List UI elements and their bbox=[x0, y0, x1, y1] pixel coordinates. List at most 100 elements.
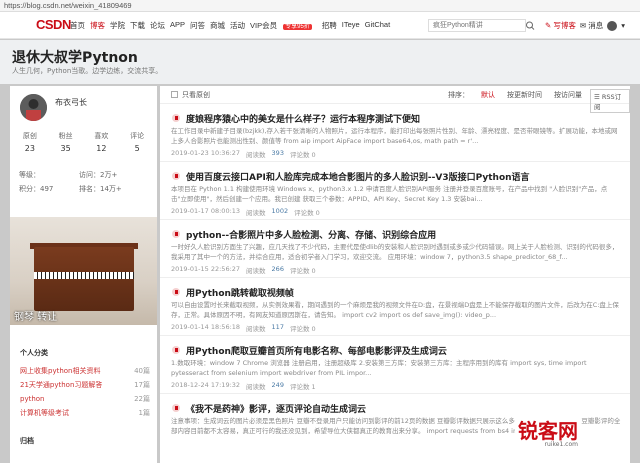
category-name: 计算机等级考试 bbox=[20, 409, 69, 417]
article-date: 2018-12-24 17:19:32 bbox=[171, 381, 241, 389]
vip-badge: 专享95折 bbox=[283, 24, 312, 30]
stat-original[interactable]: 原创 23 bbox=[12, 131, 48, 153]
nav-vip-label: VIP会员 bbox=[250, 21, 278, 30]
nav-blog[interactable]: 博客 bbox=[90, 20, 105, 31]
sort-default[interactable]: 默认 bbox=[481, 90, 495, 100]
nav-forum[interactable]: 论坛 bbox=[150, 20, 165, 31]
rss-icon: ☰ bbox=[594, 93, 600, 101]
top-right-actions: ✎ 写博客 ✉ 消息 ▾ bbox=[545, 20, 625, 31]
nav-iteye[interactable]: ITeye bbox=[342, 20, 360, 31]
category-name: 网上收集python相关资料 bbox=[20, 367, 101, 375]
original-icon bbox=[172, 404, 180, 412]
article-comments: 评论数 0 bbox=[289, 325, 316, 333]
write-blog-button[interactable]: ✎ 写博客 bbox=[545, 20, 576, 31]
top-navigation: CSDN 首页 博客 学院 下载 论坛 APP 问答 商城 活动 VIP会员 专享… bbox=[0, 12, 640, 39]
nav-links: 首页 博客 学院 下载 论坛 APP 问答 商城 活动 VIP会员 专享95折 招… bbox=[70, 20, 395, 31]
nav-events[interactable]: 活动 bbox=[230, 20, 245, 31]
browser-url-bar[interactable]: https://blog.csdn.net/weixin_41809469 bbox=[0, 0, 640, 12]
stat-value: 5 bbox=[134, 144, 140, 153]
user-avatar[interactable] bbox=[607, 20, 618, 31]
category-item[interactable]: 21天学通python习题解答 17篇 bbox=[20, 378, 150, 392]
sort-label: 排序： bbox=[448, 91, 469, 99]
article-comments: 评论数 0 bbox=[294, 209, 320, 217]
stat-fans[interactable]: 粉丝 35 bbox=[48, 131, 84, 153]
rank-text: 排名：14万+ bbox=[79, 185, 122, 193]
category-item[interactable]: 计算机等级考试 1篇 bbox=[20, 406, 150, 420]
article-item[interactable]: 用Python跳转截取视频帧 可以自由设置时长来截取视频，从实例效果看，期间遇到… bbox=[160, 279, 630, 336]
article-meta: 2019-01-23 10:36:27 阅读数 393 评论数 0 bbox=[171, 149, 316, 159]
watermark-text: 锐客网 bbox=[518, 419, 578, 443]
nav-jobs[interactable]: 招聘 bbox=[322, 20, 337, 31]
stat-likes[interactable]: 喜欢 12 bbox=[84, 131, 120, 153]
article-title[interactable]: 用Python爬取豆瓣首页所有电影名称、每部电影影评及生成词云 bbox=[186, 344, 447, 357]
nav-vip[interactable]: VIP会员 专享95折 bbox=[250, 20, 317, 31]
article-meta: 2019-01-15 22:56:27 阅读数 266 评论数 0 bbox=[171, 265, 316, 275]
nav-academy[interactable]: 学院 bbox=[110, 20, 125, 31]
article-comments: 评论数 0 bbox=[289, 267, 316, 275]
piano-ad-image[interactable]: 钢琴 转让 bbox=[10, 217, 157, 325]
chevron-down-icon[interactable]: ▾ bbox=[621, 21, 625, 30]
article-title[interactable]: python--合影照片中多人脸检测、分离、存储、识别综合应用 bbox=[186, 228, 436, 241]
category-count: 40篇 bbox=[134, 367, 150, 375]
nav-gitchat[interactable]: GitChat bbox=[365, 20, 390, 31]
categories-title: 个人分类 bbox=[20, 349, 48, 357]
watermark-logo: 锐客网 ruike1.com bbox=[515, 415, 581, 448]
article-views-label: 阅读数 bbox=[246, 325, 266, 333]
level-label: 等级： bbox=[19, 171, 40, 179]
category-name: 21天学通python习题解答 bbox=[20, 381, 103, 389]
piano-body bbox=[34, 247, 134, 311]
url-text[interactable]: https://blog.csdn.net/weixin_41809469 bbox=[4, 1, 132, 10]
article-title[interactable]: 使用百度云接口API和人脸库完成本地合影图片的多人脸识别--V3版接口Pytho… bbox=[186, 170, 530, 183]
filter-bar: 只看原创 排序： 默认 按更新时间 按访问量 ☰ RSS订阅 bbox=[160, 86, 630, 113]
nav-app[interactable]: APP bbox=[170, 20, 185, 31]
article-item[interactable]: python--合影照片中多人脸检测、分离、存储、识别综合应用 一时好久人脸识别… bbox=[160, 221, 630, 278]
stat-label: 原创 bbox=[22, 132, 37, 140]
nav-home[interactable]: 首页 bbox=[70, 20, 85, 31]
article-views-label: 阅读数 bbox=[246, 383, 266, 391]
sort-options: 排序： 默认 按更新时间 按访问量 bbox=[448, 90, 594, 100]
article-item[interactable]: 用Python爬取豆瓣首页所有电影名称、每部电影影评及生成词云 1.数取环境：w… bbox=[160, 337, 630, 394]
visits-text: 访问：2万+ bbox=[79, 171, 118, 179]
messages-label: 消息 bbox=[588, 21, 604, 30]
article-meta: 2019-01-14 18:56:18 阅读数 117 评论数 0 bbox=[171, 323, 316, 333]
nav-download[interactable]: 下载 bbox=[130, 20, 145, 31]
category-item[interactable]: python 22篇 bbox=[20, 392, 150, 406]
article-comments: 评论数 1 bbox=[289, 383, 316, 391]
search-input[interactable] bbox=[428, 19, 526, 32]
category-count: 1篇 bbox=[138, 409, 150, 417]
article-comments: 评论数 0 bbox=[289, 151, 316, 159]
sort-update[interactable]: 按更新时间 bbox=[507, 90, 542, 100]
category-count: 17篇 bbox=[134, 381, 150, 389]
nav-mall[interactable]: 商城 bbox=[210, 20, 225, 31]
write-blog-label: 写博客 bbox=[553, 21, 576, 30]
article-meta: 2018-12-24 17:19:32 阅读数 249 评论数 1 bbox=[171, 381, 316, 391]
stat-label: 评论 bbox=[130, 132, 145, 140]
nav-qa[interactable]: 问答 bbox=[190, 20, 205, 31]
messages-button[interactable]: ✉ 消息 bbox=[580, 20, 603, 31]
article-summary: 可以自由设置时长来截取视频，从实例效果看，期间遇到的一个麻烦是我的视频文件在D:… bbox=[171, 301, 619, 319]
article-title[interactable]: 用Python跳转截取视频帧 bbox=[186, 286, 294, 299]
original-icon bbox=[172, 346, 180, 354]
article-title[interactable]: 度娘程序猿心中的美女是什么样子？运行本程序测试下便知 bbox=[186, 112, 420, 125]
category-name: python bbox=[20, 395, 45, 403]
category-list: 网上收集python相关资料 40篇 21天学通python习题解答 17篇 pyt… bbox=[20, 364, 150, 420]
csdn-logo[interactable]: CSDN bbox=[36, 17, 71, 32]
stat-label: 喜欢 bbox=[94, 132, 109, 140]
blog-title[interactable]: 退休大叔学Pytnon bbox=[12, 47, 138, 67]
only-original-checkbox[interactable] bbox=[171, 91, 178, 98]
profile-avatar[interactable] bbox=[20, 94, 47, 121]
article-item[interactable]: 使用百度云接口API和人脸库完成本地合影图片的多人脸识别--V3版接口Pytho… bbox=[160, 163, 630, 220]
only-original-label[interactable]: 只看原创 bbox=[182, 90, 210, 100]
stat-value: 35 bbox=[60, 144, 71, 153]
article-views: 249 bbox=[271, 381, 284, 389]
category-item[interactable]: 网上收集python相关资料 40篇 bbox=[20, 364, 150, 378]
article-date: 2019-01-14 18:56:18 bbox=[171, 323, 241, 331]
profile-name[interactable]: 布衣弓长 bbox=[55, 97, 87, 108]
stat-comments[interactable]: 评论 5 bbox=[119, 131, 155, 153]
article-summary: 1.数取环境：window 7 Chrome 浏览器 注册启用，注册超级库 2.… bbox=[171, 359, 587, 377]
search-icon[interactable] bbox=[525, 19, 535, 32]
original-icon bbox=[172, 114, 180, 122]
article-item[interactable]: 度娘程序猿心中的美女是什么样子？运行本程序测试下便知 在工作目录中新建子目录(b… bbox=[160, 105, 630, 162]
sort-visits[interactable]: 按访问量 bbox=[554, 90, 582, 100]
article-title[interactable]: 《我不是药神》影评，逐页评论自动生成词云 bbox=[186, 402, 366, 415]
